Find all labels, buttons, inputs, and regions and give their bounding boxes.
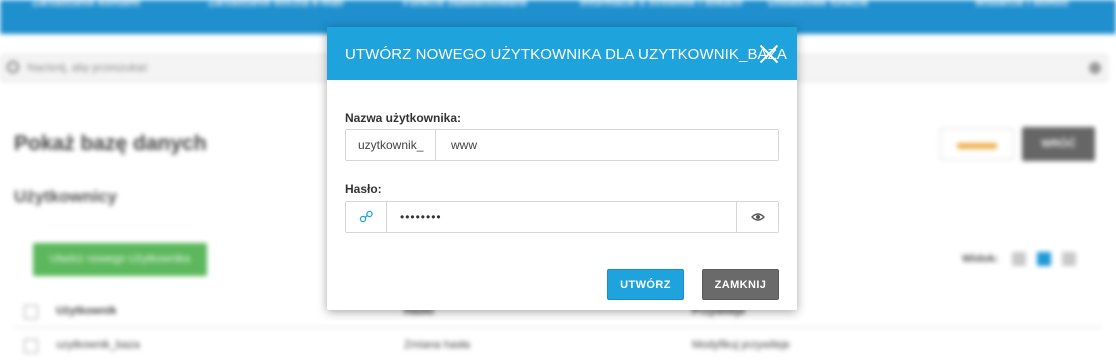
modify-privileges-link[interactable]: Modyfikuj przywileje [692, 339, 790, 351]
column-header[interactable]: Użytkownik [56, 305, 117, 317]
section-title: Użytkownicy [14, 187, 117, 206]
nav-item[interactable]: Dodatkowe funkcje [768, 0, 868, 6]
password-input[interactable] [388, 202, 736, 232]
page-title: Pokaż bazę danych [14, 132, 207, 155]
create-button[interactable]: UTWÓRZ [607, 269, 684, 300]
password-input-group [345, 201, 779, 233]
username-label: Nazwa użytkownika: [345, 111, 462, 125]
dialog-title: UTWÓRZ NOWEGO UŻYTKOWNIKA DLA UZYTKOWNIK… [345, 46, 788, 63]
username-prefix: uzytkownik_ [346, 130, 436, 160]
view-grid-icon[interactable] [1037, 252, 1051, 266]
nav-item[interactable]: Informacje o systemie i plikach [580, 0, 743, 6]
settings-icon[interactable] [1089, 62, 1101, 74]
back-button[interactable]: WRÓĆ [1022, 127, 1095, 161]
search-placeholder: Nacisnij, aby przeszukać [27, 62, 149, 74]
eye-icon [751, 213, 765, 221]
key-icon [359, 210, 373, 223]
db-logo [940, 128, 1014, 160]
row-checkbox[interactable] [24, 339, 38, 353]
view-list-icon[interactable] [1012, 252, 1026, 266]
create-user-dialog: UTWÓRZ NOWEGO UŻYTKOWNIKA DLA UZYTKOWNIK… [327, 27, 797, 310]
search-icon [7, 61, 19, 73]
nav-item[interactable]: Wsparcie i pomoc [975, 0, 1069, 6]
table-cell: uzytkownik_baza [56, 339, 140, 351]
close-button[interactable]: ZAMKNIJ [702, 269, 779, 300]
view-compact-icon[interactable] [1062, 252, 1076, 266]
nav-item[interactable]: Zarządzanie kontami [32, 0, 140, 6]
select-all-checkbox[interactable] [24, 305, 38, 319]
dialog-header: UTWÓRZ NOWEGO UŻYTKOWNIKA DLA UZYTKOWNIK… [327, 27, 797, 80]
view-label: Widok: [962, 253, 999, 265]
username-input[interactable] [438, 130, 776, 160]
password-label: Hasło: [345, 182, 382, 196]
change-password-link[interactable]: Zmiana hasła [404, 339, 470, 351]
create-user-button[interactable]: Utwórz nowego Użytkownika [33, 243, 207, 276]
nav-item[interactable]: Zarządzanie pocztą e-mail [208, 0, 344, 6]
table-row: uzytkownik_baza Zmiana hasła Modyfikuj p… [14, 330, 1102, 360]
generate-password-button[interactable] [346, 202, 387, 232]
logo-mark [957, 143, 997, 149]
nav-item[interactable]: Funkcje zaawansowane [403, 0, 527, 6]
close-icon[interactable] [758, 43, 780, 65]
show-password-button[interactable] [736, 202, 778, 232]
username-input-group: uzytkownik_ [345, 129, 779, 161]
